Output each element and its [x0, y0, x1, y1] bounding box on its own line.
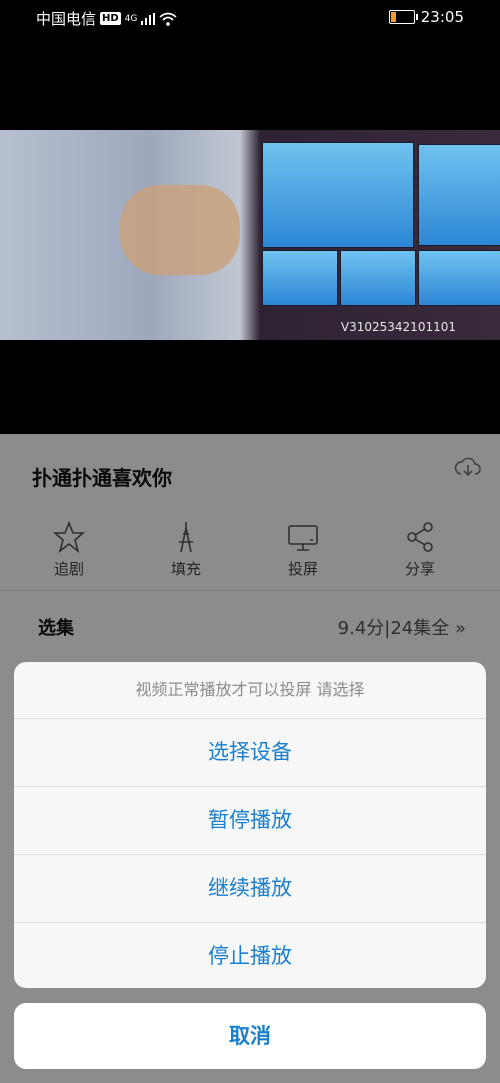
clock: 23:05	[420, 8, 464, 26]
hd-badge: HD	[100, 12, 121, 25]
video-player[interactable]: V31025342101101	[0, 130, 500, 340]
video-frame-screens	[258, 138, 500, 338]
resume-playback-option[interactable]: 继续播放	[14, 855, 486, 923]
cast-action-sheet: 视频正常播放才可以投屏 请选择 选择设备 暂停播放 继续播放 停止播放	[14, 662, 486, 988]
battery-icon	[388, 10, 418, 24]
signal-icon	[141, 12, 156, 25]
pause-playback-option[interactable]: 暂停播放	[14, 787, 486, 855]
video-watermark-code: V31025342101101	[340, 320, 456, 334]
network-label: 4G	[124, 13, 138, 24]
stop-playback-option[interactable]: 停止播放	[14, 923, 486, 988]
select-device-option[interactable]: 选择设备	[14, 719, 486, 787]
carrier-label: 中国电信	[36, 10, 97, 28]
wifi-icon	[159, 12, 177, 26]
status-left: 中国电信 HD 4G	[36, 8, 177, 29]
status-bar: 中国电信 HD 4G 23:05	[0, 0, 500, 34]
action-sheet-title: 视频正常播放才可以投屏 请选择	[14, 662, 486, 719]
cancel-button[interactable]: 取消	[14, 1003, 486, 1069]
video-frame-hand	[120, 185, 240, 275]
status-right: 23:05	[388, 8, 464, 26]
